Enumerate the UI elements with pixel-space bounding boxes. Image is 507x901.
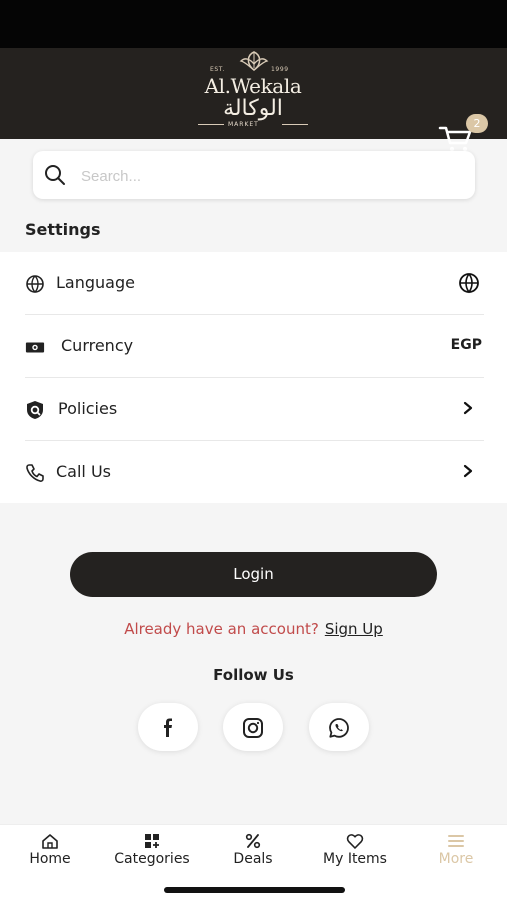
heart-icon [346, 834, 364, 849]
brand-tagline: MARKET [228, 121, 259, 128]
whatsapp-icon [329, 718, 349, 738]
sign-up-link[interactable]: Sign Up [325, 620, 383, 638]
search-input[interactable] [79, 161, 463, 191]
percent-icon [245, 833, 261, 849]
search-icon [45, 165, 65, 185]
nav-more[interactable]: More [432, 833, 480, 867]
brand-year: 1999 [271, 66, 289, 73]
facebook-icon [164, 718, 172, 737]
nav-home[interactable]: Home [24, 833, 76, 867]
globe-icon [459, 273, 479, 294]
already-account-text: Already have an account? [124, 620, 319, 638]
shield-icon [27, 401, 43, 419]
nav-label: Home [29, 851, 71, 867]
whatsapp-button[interactable] [309, 703, 369, 751]
brand-logo[interactable]: EST. 1999 Al.Wekala الوكالة MARKET [180, 50, 326, 134]
currency-icon [25, 342, 45, 353]
brand-divider-left [198, 124, 224, 125]
settings-title: Settings [25, 220, 101, 239]
login-button[interactable]: Login [70, 552, 437, 597]
nav-categories[interactable]: Categories [104, 833, 200, 867]
language-icon [26, 275, 44, 293]
chevron-right-icon [463, 401, 473, 415]
brand-arabic-name: الوكالة [223, 96, 283, 121]
settings-item-label: Call Us [56, 462, 111, 481]
settings-item-call-us[interactable]: Call Us [25, 441, 484, 503]
instagram-icon [243, 718, 263, 738]
brand-est: EST. [210, 66, 225, 73]
nav-label: More [438, 851, 474, 867]
settings-item-language[interactable]: Language [25, 252, 484, 315]
cart-badge: 2 [466, 114, 488, 133]
settings-item-label: Language [56, 273, 135, 292]
home-icon [42, 834, 58, 849]
nav-deals[interactable]: Deals [228, 833, 278, 867]
settings-item-currency[interactable]: Currency EGP [25, 315, 484, 378]
follow-us-title: Follow Us [213, 666, 294, 684]
settings-item-policies[interactable]: Policies [25, 378, 484, 441]
settings-list: Language Currency EGP Policies Call Us [0, 252, 507, 503]
nav-label: Deals [233, 851, 273, 867]
phone-icon [26, 464, 44, 482]
facebook-button[interactable] [138, 703, 198, 751]
leaf-logo-icon [239, 51, 269, 71]
app-header: EST. 1999 Al.Wekala الوكالة MARKET 2 [0, 48, 507, 152]
instagram-button[interactable] [223, 703, 283, 751]
nav-label: My Items [323, 851, 387, 867]
status-bar [0, 0, 507, 48]
search-bar[interactable] [33, 151, 475, 199]
account-prompt: Already have an account? Sign Up [0, 620, 507, 638]
currency-value: EGP [450, 337, 482, 353]
brand-latin-name: Al.Wekala [204, 74, 302, 98]
brand-divider-right [282, 124, 308, 125]
home-indicator [164, 887, 345, 893]
chevron-right-icon [463, 464, 473, 478]
settings-item-label: Currency [61, 336, 134, 355]
nav-my-items[interactable]: My Items [315, 833, 395, 867]
nav-label: Categories [114, 851, 190, 867]
settings-item-label: Policies [58, 399, 118, 418]
categories-icon [145, 834, 159, 848]
menu-icon [448, 835, 464, 847]
